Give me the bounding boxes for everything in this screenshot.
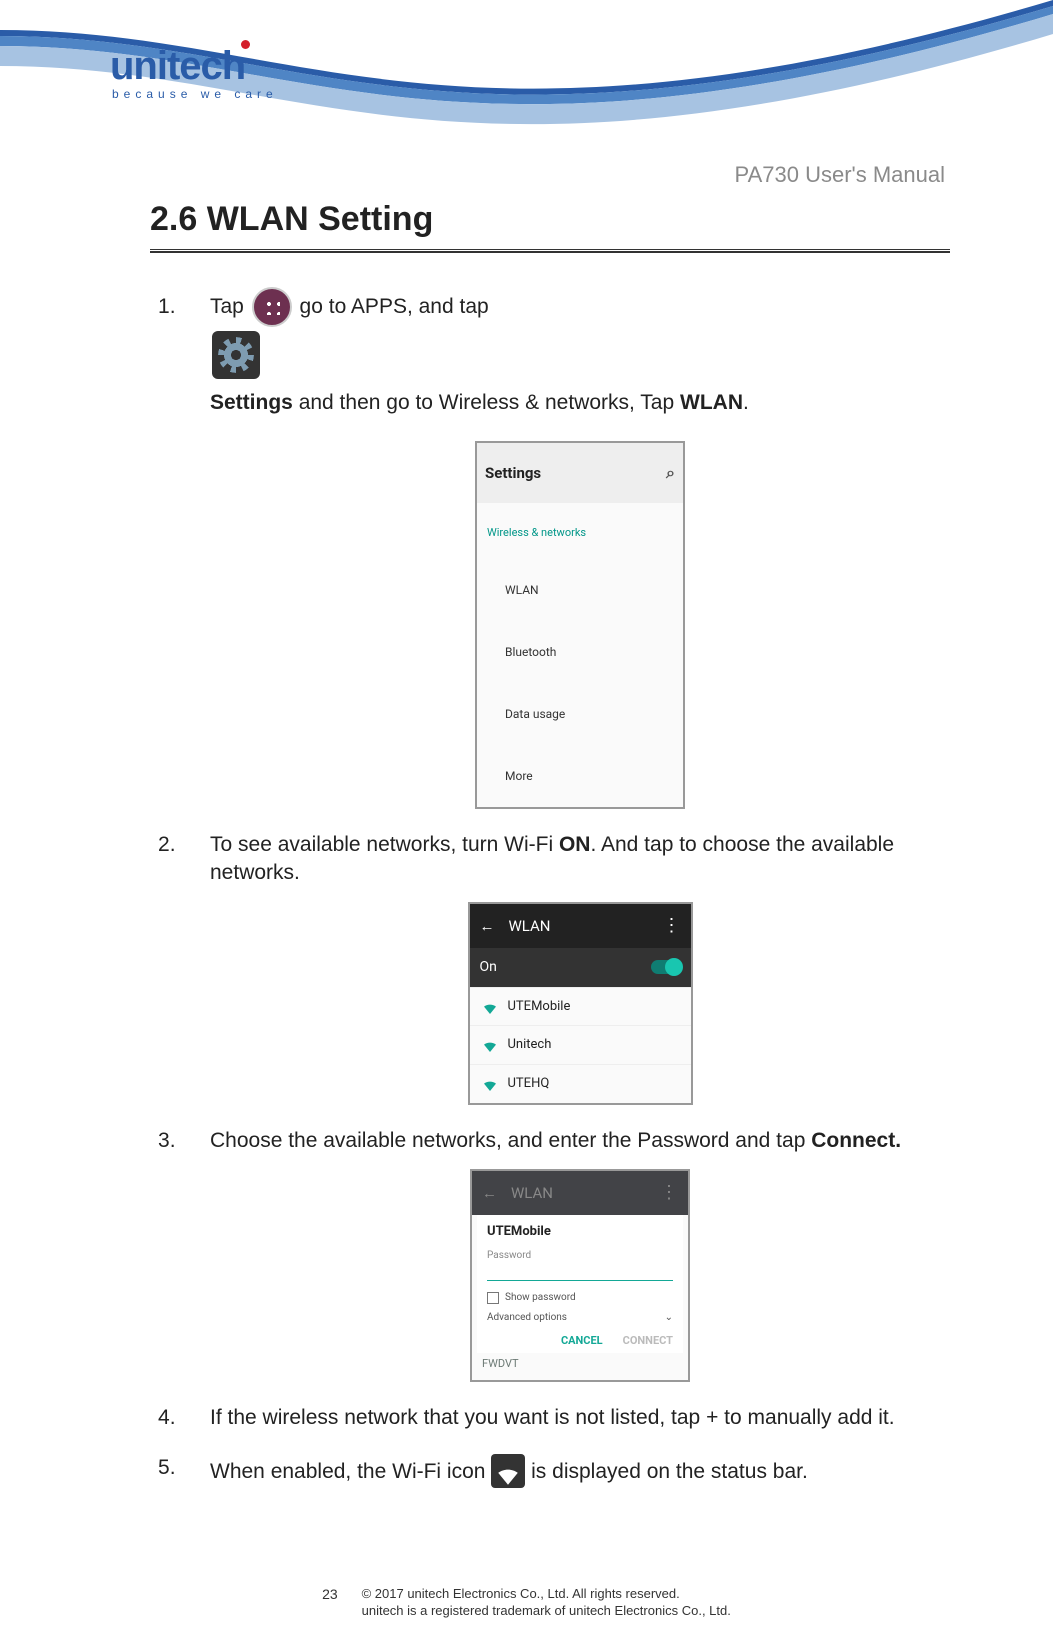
network-name: Unitech (508, 1036, 552, 1054)
section-heading: 2.6 WLAN Setting (150, 200, 950, 239)
wlan-header: WLAN (509, 916, 551, 936)
screenshot-settings: Settings ⌕ Wireless & networks WLAN Blue… (475, 441, 685, 809)
step-text-bold: ON (559, 833, 591, 856)
step-text: is displayed on the status bar. (531, 1460, 808, 1483)
wifi-status-icon (491, 1454, 525, 1488)
dialog-ssid: UTEMobile (487, 1223, 673, 1241)
background-network: FWDVT (472, 1353, 688, 1376)
settings-icon (212, 331, 260, 379)
step-text: . (743, 391, 749, 414)
settings-item-datausage: Data usage (477, 683, 683, 745)
document-title: PA730 User's Manual (735, 162, 945, 188)
search-icon: ⌕ (666, 449, 675, 497)
cancel-button-label: CANCEL (561, 1334, 603, 1349)
wlan-toggle-icon (651, 960, 681, 974)
back-arrow-icon: ← (480, 916, 495, 936)
checkbox-icon (487, 1292, 499, 1304)
overflow-menu-icon: ⋮ (660, 1181, 678, 1205)
step-text: and then go to Wireless & networks, Tap (299, 391, 680, 414)
step-text: To see available networks, turn Wi-Fi (210, 833, 559, 856)
page-number: 23 (322, 1586, 338, 1602)
connect-dialog: UTEMobile Password Show password Advance… (477, 1215, 683, 1353)
step-text-bold: WLAN (680, 391, 743, 414)
step-text-bold: Connect. (811, 1129, 901, 1152)
password-label: Password (487, 1249, 673, 1263)
advanced-options-label: Advanced options (487, 1311, 567, 1325)
wifi-signal-icon (482, 1000, 498, 1014)
network-name: UTEHQ (508, 1075, 550, 1093)
page-footer: 23 © 2017 unitech Electronics Co., Ltd. … (0, 1586, 1053, 1620)
settings-section-label: Wireless & networks (477, 503, 683, 559)
network-item: UTEMobile (470, 987, 691, 1026)
step-2: To see available networks, turn Wi-Fi ON… (150, 831, 950, 1105)
brand-dot-icon (241, 40, 250, 49)
step-text: If the wireless network that you want is… (210, 1406, 895, 1429)
step-text: When enabled, the Wi-Fi icon (210, 1460, 491, 1483)
wlan-state: On (480, 958, 497, 977)
step-text-bold: Settings (210, 391, 293, 414)
brand-logo: unitech because we care (110, 40, 278, 101)
wifi-signal-icon (482, 1077, 498, 1091)
screenshot-wlan-list: ← WLAN ⋮ On UTEMobile Unitech (468, 902, 693, 1105)
step-3: Choose the available networks, and enter… (150, 1127, 950, 1382)
wifi-signal-icon (482, 1038, 498, 1052)
back-arrow-icon: ← (482, 1183, 497, 1203)
brand-name: unitech (110, 44, 245, 88)
step-text: Choose the available networks, and enter… (210, 1129, 811, 1152)
settings-item-bluetooth: Bluetooth (477, 621, 683, 683)
connect-button-label: CONNECT (623, 1334, 673, 1349)
network-item: Unitech (470, 1025, 691, 1064)
wlan-header: WLAN (511, 1183, 553, 1203)
chevron-down-icon: ⌄ (665, 1311, 673, 1325)
step-1: Tap go to APPS, and tap Settings and the… (150, 283, 950, 809)
step-text: Tap (210, 295, 250, 318)
settings-item-wlan: WLAN (477, 559, 683, 621)
apps-launcher-icon (252, 287, 292, 327)
settings-header: Settings (485, 449, 541, 497)
network-item: UTEHQ (470, 1064, 691, 1103)
brand-tagline: because we care (112, 87, 278, 101)
heading-rule (150, 249, 950, 253)
screenshot-wlan-connect: ← WLAN ⋮ UTEMobile Password Show passwor… (470, 1169, 690, 1382)
copyright-line1: © 2017 unitech Electronics Co., Ltd. All… (362, 1586, 680, 1601)
settings-item-more: More (477, 745, 683, 807)
network-name: UTEMobile (508, 998, 571, 1016)
copyright-line2: unitech is a registered trademark of uni… (362, 1603, 731, 1618)
step-4: If the wireless network that you want is… (150, 1404, 950, 1432)
password-input-line (487, 1280, 673, 1281)
step-5: When enabled, the Wi-Fi icon is displaye… (150, 1454, 950, 1488)
overflow-menu-icon: ⋮ (663, 914, 681, 938)
step-text: go to APPS, and tap (300, 295, 489, 318)
show-password-label: Show password (505, 1291, 576, 1305)
